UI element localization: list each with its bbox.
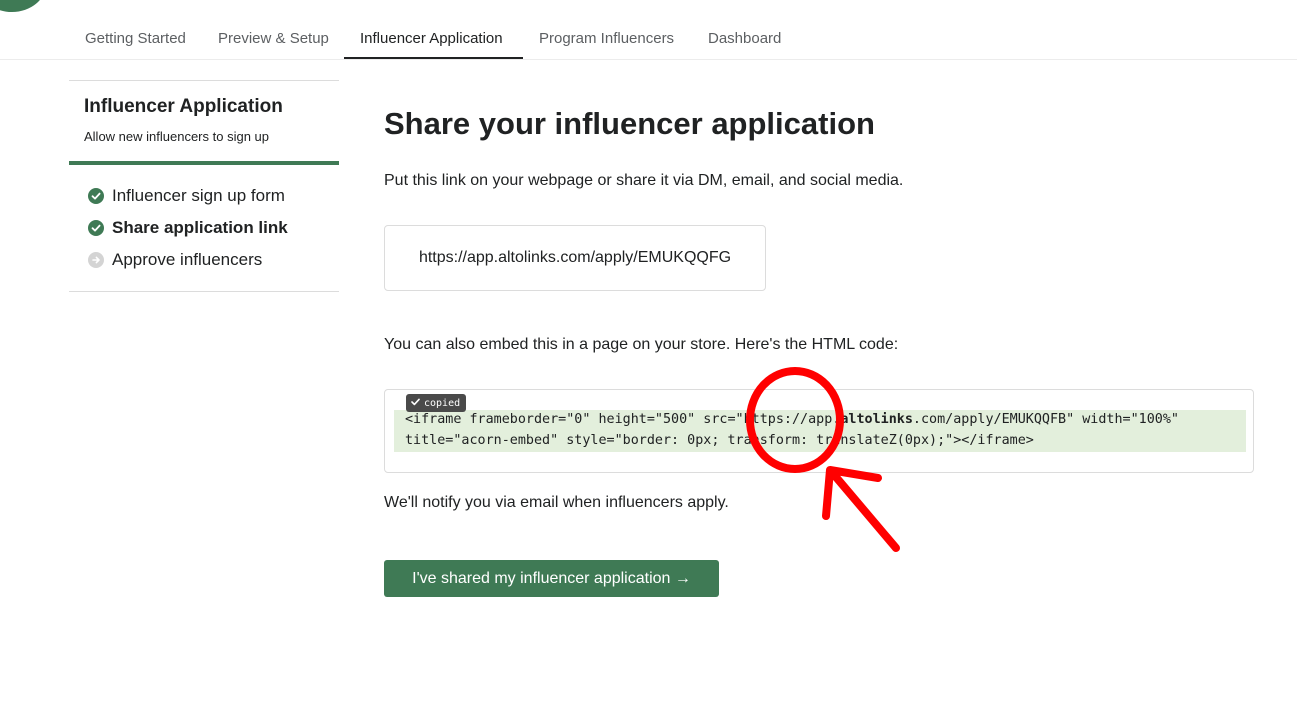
check-circle-icon: [88, 220, 104, 236]
sidebar-divider: [69, 80, 339, 81]
arrow-circle-icon: [88, 252, 104, 268]
tab-preview-setup[interactable]: Preview & Setup: [218, 30, 329, 47]
step-approve-influencers[interactable]: Approve influencers: [88, 250, 262, 270]
embed-code-box[interactable]: copied <iframe frameborder="0" height="5…: [384, 389, 1254, 473]
embed-code-line-1: <iframe frameborder="0" height="500" src…: [405, 412, 1179, 427]
notify-text: We'll notify you via email when influenc…: [384, 494, 729, 511]
copied-badge: copied: [406, 394, 467, 412]
annotation-arrow: [822, 466, 900, 552]
page-title: Share your influencer application: [384, 106, 875, 141]
tab-program-influencers[interactable]: Program Influencers: [539, 30, 674, 47]
active-tab-indicator: [344, 57, 523, 59]
application-link-box[interactable]: https://app.altolinks.com/apply/EMUKQQFG: [384, 225, 766, 291]
code-segment: <iframe frameborder="0" height="500" src…: [405, 412, 841, 427]
sidebar-subtitle: Allow new influencers to sign up: [84, 129, 269, 144]
embed-code-line-2: title="acorn-embed" style="border: 0px; …: [405, 433, 1034, 448]
sidebar-progress-bar: [69, 161, 339, 165]
step-label: Share application link: [112, 218, 288, 237]
share-description: Put this link on your webpage or share i…: [384, 172, 904, 189]
sidebar-divider: [69, 291, 339, 292]
step-share-application-link[interactable]: Share application link: [88, 218, 288, 238]
shared-application-button[interactable]: I've shared my influencer application →: [384, 560, 719, 597]
embed-description: You can also embed this in a page on you…: [384, 336, 899, 353]
check-icon: [411, 398, 420, 409]
step-influencer-sign-up-form[interactable]: Influencer sign up form: [88, 186, 285, 206]
tab-influencer-application[interactable]: Influencer Application: [360, 30, 503, 47]
step-label: Influencer sign up form: [112, 186, 285, 205]
sidebar-title: Influencer Application: [84, 96, 283, 117]
code-segment-bold: altolinks: [840, 412, 913, 427]
tab-dashboard[interactable]: Dashboard: [708, 30, 781, 47]
top-navigation: Getting Started Preview & Setup Influenc…: [0, 0, 1297, 60]
copied-label: copied: [424, 397, 461, 409]
code-segment: .com/apply/EMUKQQFB" width="100%": [912, 412, 1179, 427]
step-label: Approve influencers: [112, 250, 263, 269]
tab-getting-started[interactable]: Getting Started: [85, 30, 186, 47]
check-circle-icon: [88, 188, 104, 204]
